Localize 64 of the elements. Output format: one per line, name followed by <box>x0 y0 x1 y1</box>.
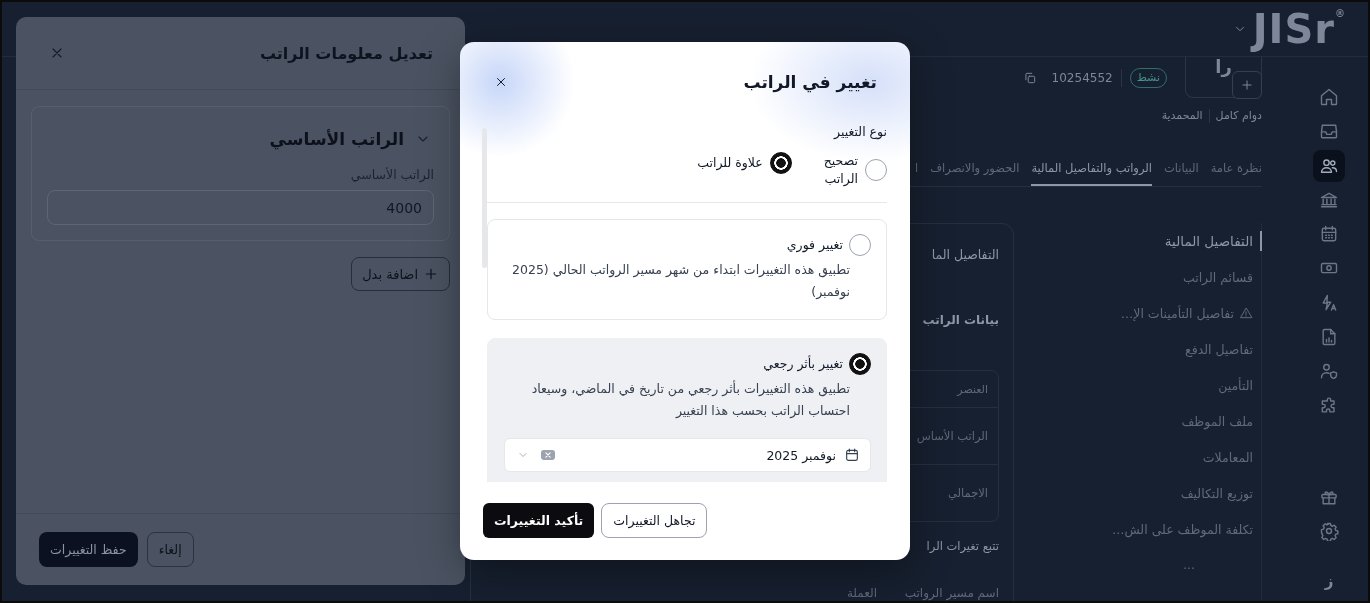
radio-label[interactable]: تصحيح الراتب <box>823 152 858 188</box>
add-allowance-button[interactable]: اضافة بدل <box>351 257 450 291</box>
radio-label[interactable]: علاوة للراتب <box>697 154 763 172</box>
radio-button[interactable] <box>849 234 871 256</box>
section-nav-item[interactable]: المعاملات <box>1117 447 1262 467</box>
option-title: تغيير فوري <box>786 236 843 255</box>
drawer-title: تعديل معلومات الراتب <box>259 43 433 63</box>
section-title: بيانات الراتب <box>922 312 999 329</box>
calendar-icon <box>844 447 860 463</box>
option-card[interactable]: تغيير بأثر رجعي تطبيق هذه التغييرات بأثر رجعي من تاريخ في الماضي، وسيعاد احتساب الراتب بحسب هذا التغيير نوفمبر 2025 <box>487 338 887 482</box>
branch-name: المحمدية <box>1161 108 1203 124</box>
section-nav-item[interactable]: تفاصيل التأمينات الإ… <box>1117 303 1262 323</box>
plus-icon <box>423 266 439 282</box>
add-photo-button[interactable] <box>1232 71 1262 99</box>
radio-button[interactable] <box>849 353 871 375</box>
column-header: العملة <box>846 585 877 601</box>
copy-icon[interactable] <box>1022 70 1037 85</box>
radio-button[interactable] <box>769 152 792 174</box>
sidebar-item[interactable] <box>1313 149 1345 182</box>
more-link[interactable]: ... <box>1117 555 1261 575</box>
logo[interactable]: JISr$^{®}$ <box>1252 8 1346 50</box>
field-label: نوع التغيير <box>834 124 887 139</box>
section-nav-item[interactable]: التفاصيل المالية <box>1117 231 1262 251</box>
tab[interactable]: الحضور والانصراف <box>930 148 1020 186</box>
tab[interactable]: الرواتب والتفاصيل المالية <box>1031 148 1152 186</box>
contract-type: دوام كامل <box>1215 108 1262 124</box>
section-nav-item[interactable]: التأمين <box>1117 375 1262 395</box>
file-chart-icon <box>1319 327 1339 348</box>
clear-icon[interactable] <box>541 450 555 460</box>
month-picker[interactable]: نوفمبر 2025 <box>504 438 871 472</box>
user-shield-icon <box>1319 361 1339 382</box>
section-nav-item[interactable]: تفاصيل الدفع <box>1117 339 1262 359</box>
salary-input[interactable]: 4000 <box>47 190 434 225</box>
save-button[interactable]: حفظ التغييرات <box>39 532 138 567</box>
close-icon <box>494 75 508 89</box>
cancel-button[interactable]: إلغاء <box>146 532 194 567</box>
option-description: تطبيق هذه التغييرات بأثر رجعي من تاريخ في الماضي، وسيعاد احتساب الراتب بحسب هذا التغيير <box>530 379 850 420</box>
section-nav-item[interactable]: ملف الموظف <box>1117 411 1262 431</box>
option-card[interactable]: تغيير فوري تطبيق هذه التغييرات ابتداء من شهر مسير الرواتب الحالي (2025 نوفمبر) <box>487 219 887 320</box>
option-title: تغيير بأثر رجعي <box>763 354 843 374</box>
column-header: العنصر <box>957 382 988 396</box>
option-description: تطبيق هذه التغييرات ابتداء من شهر مسير الرواتب الحالي (2025 نوفمبر) <box>511 261 850 302</box>
discard-button[interactable]: تجاهل التغييرات <box>601 503 708 538</box>
confirm-button[interactable]: تأكيد التغييرات <box>483 503 595 538</box>
tab[interactable]: نظرة عامة <box>1210 148 1262 186</box>
settings-icon <box>1319 521 1339 542</box>
column-header: اسم مسير الرواتب <box>903 585 999 601</box>
section-title: الراتب الأساسي <box>269 129 404 149</box>
employee-id: 10254552 <box>1051 70 1113 85</box>
scrollbar-thumb[interactable] <box>482 128 487 268</box>
home-icon <box>1319 87 1339 107</box>
card-title: التفاصيل الما <box>931 246 999 264</box>
table-cell: الراتب الأساس <box>916 429 988 443</box>
tab[interactable]: البيانات <box>1163 148 1199 186</box>
dialog-title: تغيير في الراتب <box>743 71 877 94</box>
user-initial[interactable]: ز <box>1324 570 1334 591</box>
section-nav-item[interactable]: توزيع التكاليف <box>1117 483 1262 503</box>
table-cell: الاجمالي <box>947 486 988 500</box>
section-nav-item[interactable]: قسائم الراتب <box>1117 267 1262 287</box>
plus-icon <box>1240 78 1254 92</box>
avatar-initials: را <box>1215 57 1232 79</box>
section-title: تتبع تغيرات الرا <box>926 538 999 555</box>
radio-button[interactable] <box>865 159 887 181</box>
tab[interactable]: ا <box>915 148 919 186</box>
